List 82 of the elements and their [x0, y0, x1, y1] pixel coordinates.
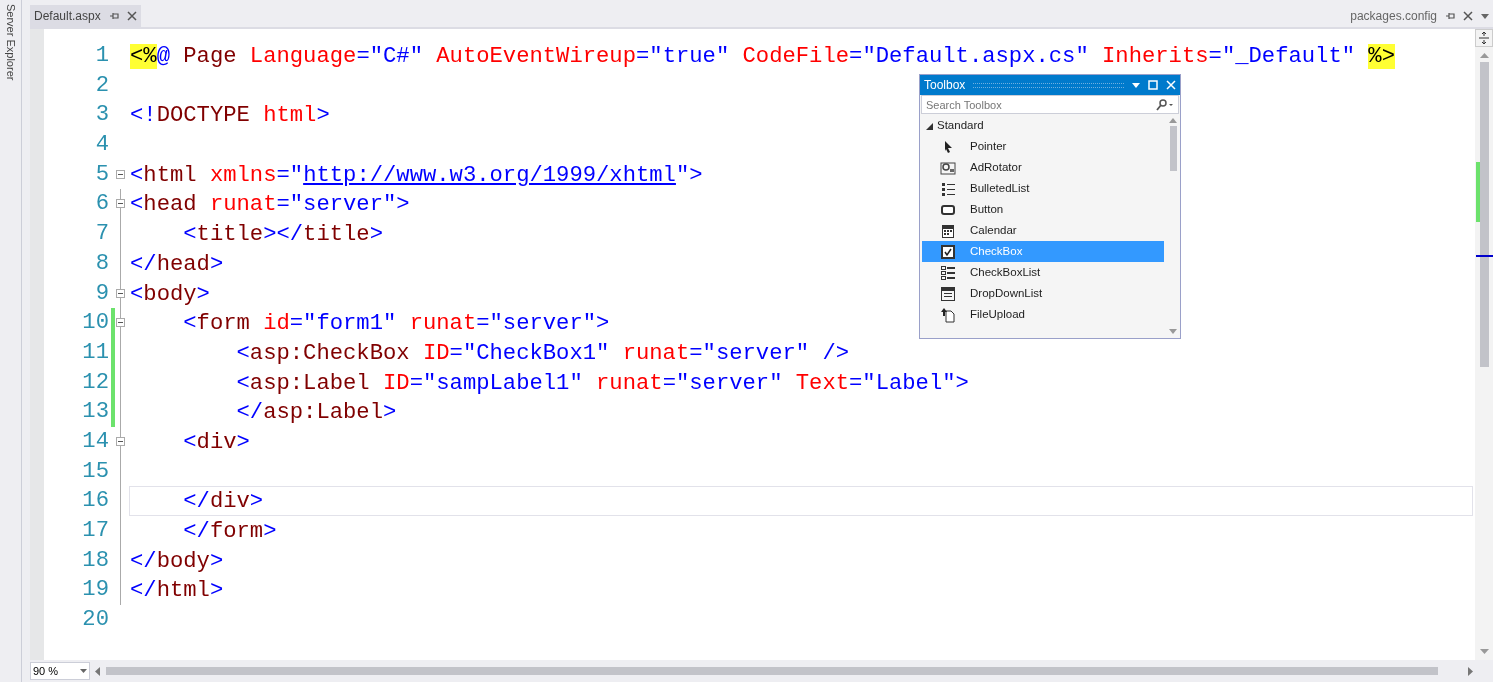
line-number: 18 [81, 546, 109, 575]
document-tab[interactable]: Default.aspx [30, 5, 141, 27]
search-icon[interactable] [1156, 98, 1174, 111]
toolbox-item[interactable]: CheckBoxList [922, 262, 1164, 283]
scroll-down-icon[interactable] [1479, 649, 1489, 654]
line-number: 3 [94, 101, 109, 130]
scroll-up-icon[interactable] [1479, 53, 1489, 58]
code-line: <asp:CheckBox ID="CheckBox1" runat="server" /> [235, 340, 850, 366]
dropdown-arrow-icon[interactable] [1132, 82, 1140, 88]
pin-icon[interactable] [108, 11, 119, 21]
toolbox-item[interactable]: FileUpload [922, 304, 1164, 325]
code-line: <body> [130, 281, 210, 307]
line-number: 4 [94, 131, 109, 160]
collapse-icon[interactable] [116, 318, 125, 328]
collapse-icon[interactable] [116, 169, 125, 179]
code-line: </div> [182, 489, 264, 515]
line-number: 2 [94, 71, 109, 100]
vertical-scrollbar[interactable] [1475, 29, 1493, 660]
toolbox-item[interactable]: AdRotator [922, 157, 1164, 178]
pin-icon[interactable] [1445, 11, 1455, 21]
code-line: <head runat="server"> [130, 192, 410, 218]
line-number: 19 [81, 576, 109, 605]
horizontal-scrollbar[interactable] [106, 667, 1438, 675]
line-number: 7 [94, 220, 109, 249]
expanded-icon [926, 122, 933, 130]
close-icon[interactable] [1463, 11, 1473, 21]
line-number: 10 [81, 309, 109, 338]
document-tab[interactable]: packages.config [1346, 5, 1493, 27]
side-panel-tab[interactable]: Server Explorer [2, 4, 19, 84]
line-number: 17 [81, 517, 109, 545]
zoom-dropdown[interactable]: 90 % [30, 662, 90, 680]
code-line: <div> [182, 429, 250, 455]
code-line: <title></title> [182, 222, 383, 248]
checkbox-list-icon [940, 264, 956, 281]
line-number: 12 [81, 368, 109, 397]
line-number: 11 [81, 338, 109, 367]
bulleted-list-icon [940, 180, 956, 197]
scroll-right-icon[interactable] [1468, 666, 1473, 676]
line-number: 8 [94, 249, 109, 278]
toolbox-item[interactable]: BulletedList [922, 178, 1164, 199]
toolbox-item[interactable]: Button [922, 199, 1164, 220]
code-line: </body> [130, 548, 224, 574]
line-number: 14 [81, 427, 109, 456]
code-line: </html> [130, 578, 224, 604]
line-number: 9 [94, 279, 109, 308]
search-box[interactable]: Search Toolbox [921, 95, 1179, 114]
collapse-icon[interactable] [116, 199, 125, 209]
scroll-up-icon[interactable] [1169, 118, 1177, 123]
close-icon[interactable] [126, 11, 137, 21]
collapse-icon[interactable] [116, 288, 125, 298]
code-line: </asp:Label> [235, 400, 397, 426]
collapse-icon[interactable] [116, 436, 125, 446]
split-icon[interactable] [1479, 32, 1489, 44]
code-line: </form> [182, 519, 277, 544]
code-line: <asp:Label ID="sampLabel1" runat="server" Text="Label"> [235, 370, 969, 396]
line-number: 6 [94, 190, 109, 219]
scroll-left-icon[interactable] [95, 666, 100, 676]
code-line: </head> [130, 251, 224, 277]
file-upload-icon [940, 306, 956, 323]
image-rotate-icon [940, 159, 956, 176]
dropdown-list-icon [940, 285, 956, 302]
line-number: 5 [94, 160, 109, 189]
dropdown-arrow-icon[interactable] [1481, 13, 1489, 19]
scroll-down-icon[interactable] [1169, 329, 1177, 334]
window-title: Toolbox [924, 77, 966, 94]
line-number: 20 [81, 606, 109, 635]
dropdown-arrow-icon [80, 669, 87, 673]
maximize-icon[interactable] [1148, 80, 1158, 90]
line-number: 1 [94, 42, 109, 70]
calendar-icon [940, 222, 956, 239]
toolbox-item[interactable]: Calendar [922, 220, 1164, 241]
line-number: 15 [81, 457, 109, 486]
toolbox-item[interactable]: DropDownList [922, 283, 1164, 304]
code-line: <html xmlns="http://www.w3.org/1999/xhtml"> [130, 162, 703, 188]
toolbox-item[interactable]: Pointer [922, 136, 1164, 157]
group-header[interactable]: Standard [920, 116, 1166, 136]
scroll-thumb[interactable] [1169, 126, 1177, 171]
checkbox-icon [940, 243, 956, 260]
line-number: 16 [81, 487, 109, 516]
code-line: <!DOCTYPE html> [130, 103, 330, 129]
line-number: 13 [81, 398, 109, 427]
code-line: <form id="form1" runat="server"> [182, 311, 610, 337]
